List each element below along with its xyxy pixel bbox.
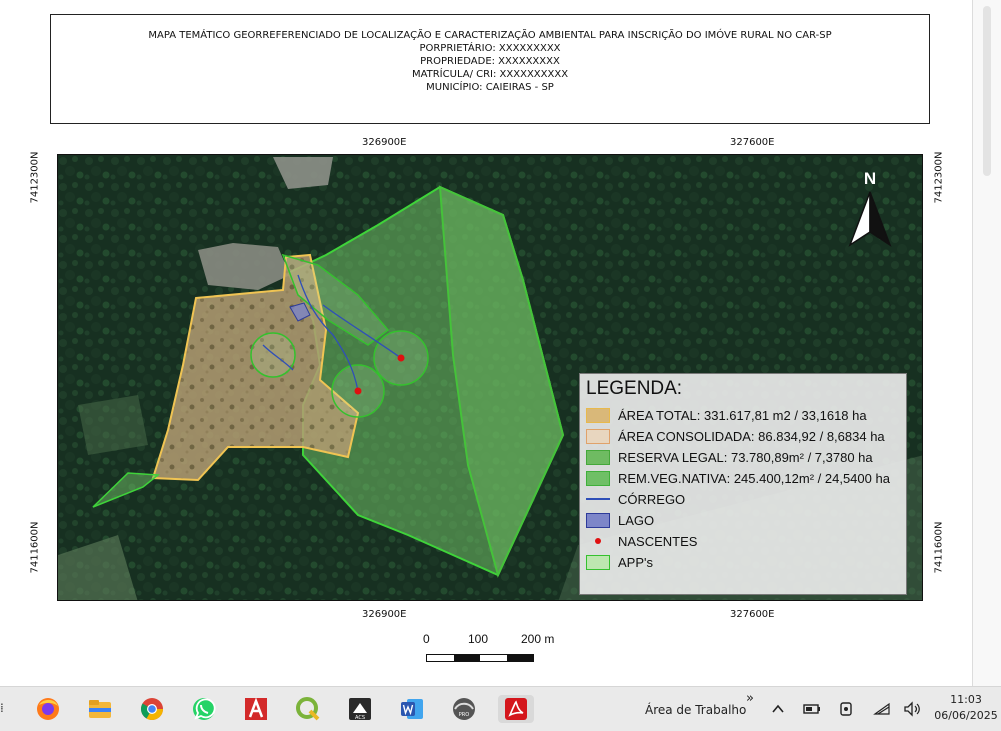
legend-item: REM.VEG.NATIVA: 245.400,12m² / 24,5400 h… bbox=[586, 468, 890, 488]
legend-item: APP's bbox=[586, 552, 653, 572]
whatsapp-icon[interactable] bbox=[190, 695, 218, 723]
map-title-box: MAPA TEMÁTICO GEORREFERENCIADO DE LOCALI… bbox=[50, 14, 930, 124]
chrome-icon[interactable] bbox=[138, 695, 166, 723]
acrobat-icon[interactable] bbox=[498, 695, 534, 723]
legend-label: CÓRREGO bbox=[618, 491, 686, 507]
northing-right-top: 7412300N bbox=[933, 151, 945, 204]
svg-text:PRO: PRO bbox=[459, 712, 469, 718]
legend-symbol bbox=[586, 407, 610, 423]
legend-label: APP's bbox=[618, 554, 653, 570]
map-page: MAPA TEMÁTICO GEORREFERENCIADO DE LOCALI… bbox=[0, 0, 972, 686]
legend-title: LEGENDA: bbox=[586, 378, 683, 399]
clock-date: 06/06/2025 bbox=[934, 709, 998, 722]
device-icon[interactable] bbox=[832, 695, 860, 723]
legend-item: CÓRREGO bbox=[586, 489, 685, 509]
north-label: N bbox=[864, 169, 876, 188]
northing-left-bottom: 7411600N bbox=[29, 521, 41, 574]
spring-point bbox=[354, 387, 362, 395]
scale-bar bbox=[426, 654, 534, 662]
firefox-icon[interactable] bbox=[34, 695, 62, 723]
scale-label-200: 200 m bbox=[521, 632, 555, 646]
volume-icon[interactable] bbox=[898, 695, 926, 723]
legend-label: NASCENTES bbox=[618, 533, 698, 549]
legend-symbol bbox=[586, 449, 610, 465]
legend-item: ÁREA CONSOLIDADA: 86.834,92 / 8,6834 ha bbox=[586, 426, 885, 446]
legend-item: NASCENTES bbox=[586, 531, 697, 551]
legend-symbol bbox=[586, 512, 610, 528]
legend-label: ÁREA CONSOLIDADA: 86.834,92 / 8,6834 ha bbox=[618, 428, 885, 444]
easting-top-left: 326900E bbox=[362, 137, 407, 148]
property-line: PROPRIEDADE: XXXXXXXXX bbox=[420, 56, 560, 67]
legend-label: ÁREA TOTAL: 331.617,81 m2 / 33,1618 ha bbox=[618, 407, 867, 423]
desktop-toolbar-label[interactable]: Área de Trabalho bbox=[645, 703, 746, 717]
legend-label: LAGO bbox=[618, 512, 655, 528]
legend-symbol bbox=[586, 428, 610, 444]
windows-taskbar: ⁞ ACS PRO Área de Trabalho » 11:03 06/06… bbox=[0, 686, 1001, 731]
owner-line: PORPRIETÁRIO: XXXXXXXXX bbox=[419, 43, 561, 54]
legend-label: REM.VEG.NATIVA: 245.400,12m² / 24,5400 h… bbox=[618, 470, 890, 486]
easting-bottom-left: 326900E bbox=[362, 609, 407, 620]
wifi-icon[interactable] bbox=[868, 695, 896, 723]
word-icon[interactable] bbox=[398, 695, 426, 723]
taskbar-edge-icon[interactable]: ⁞ bbox=[0, 701, 6, 717]
battery-icon[interactable] bbox=[798, 695, 826, 723]
legend-label: RESERVA LEGAL: 73.780,89m² / 7,3780 ha bbox=[618, 449, 873, 465]
northing-right-bottom: 7411600N bbox=[933, 521, 945, 574]
toolbar-overflow-icon[interactable]: » bbox=[746, 691, 754, 706]
svg-text:ACS: ACS bbox=[355, 715, 365, 721]
pro-icon[interactable]: PRO bbox=[450, 695, 478, 723]
legend-item: RESERVA LEGAL: 73.780,89m² / 7,3780 ha bbox=[586, 447, 873, 467]
system-clock[interactable]: 11:03 06/06/2025 bbox=[934, 692, 998, 724]
spring-point bbox=[397, 354, 405, 362]
document-viewer: MAPA TEMÁTICO GEORREFERENCIADO DE LOCALI… bbox=[0, 0, 1001, 686]
clock-time: 11:03 bbox=[950, 693, 982, 706]
municipality-line: MUNICÍPIO: CAIEIRAS - SP bbox=[426, 82, 554, 93]
vertical-scrollbar[interactable] bbox=[972, 0, 1001, 686]
scrollbar-thumb[interactable] bbox=[983, 6, 991, 176]
legend-symbol bbox=[586, 534, 610, 549]
northing-left-top: 7412300N bbox=[29, 151, 41, 204]
legend-item: LAGO bbox=[586, 510, 654, 530]
map-title: MAPA TEMÁTICO GEORREFERENCIADO DE LOCALI… bbox=[148, 30, 832, 41]
map-legend: LEGENDA: ÁREA TOTAL: 331.617,81 m2 / 33,… bbox=[579, 373, 907, 595]
legend-symbol bbox=[586, 554, 610, 570]
legend-item: ÁREA TOTAL: 331.617,81 m2 / 33,1618 ha bbox=[586, 405, 867, 425]
registration-line: MATRÍCULA/ CRI: XXXXXXXXXX bbox=[411, 69, 569, 80]
qgis-icon[interactable] bbox=[294, 695, 322, 723]
autocad-icon[interactable] bbox=[242, 695, 270, 723]
scale-label-0: 0 bbox=[423, 632, 430, 646]
legend-symbol bbox=[586, 498, 610, 500]
chevron-up-icon[interactable] bbox=[764, 695, 792, 723]
legend-symbol bbox=[586, 470, 610, 486]
file-explorer-icon[interactable] bbox=[86, 695, 114, 723]
scale-label-100: 100 bbox=[468, 632, 489, 646]
easting-bottom-right: 327600E bbox=[730, 609, 775, 620]
easting-top-right: 327600E bbox=[730, 137, 775, 148]
acs-icon[interactable]: ACS bbox=[346, 695, 374, 723]
